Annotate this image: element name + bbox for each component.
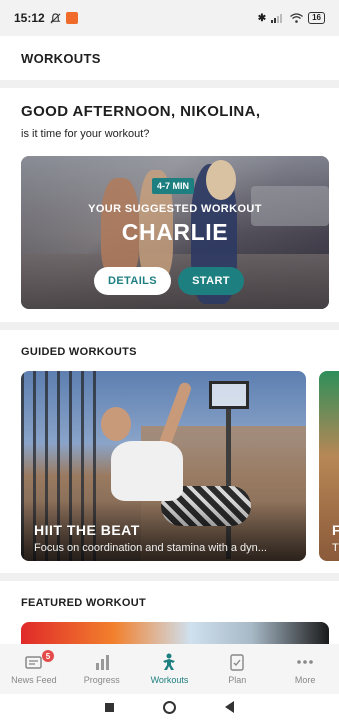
featured-workout-title: FEATURED WORKOUT	[21, 597, 146, 609]
guided-workout-card[interactable]: F T	[319, 371, 339, 561]
card-photo-shape	[101, 407, 131, 441]
page-title: WORKOUTS	[0, 36, 339, 80]
nav-item-more[interactable]: More	[271, 644, 339, 694]
guided-workouts-title: GUIDED WORKOUTS	[21, 346, 137, 358]
home-icon[interactable]	[162, 700, 176, 714]
duration-badge: 4-7 MIN	[152, 178, 195, 194]
back-icon[interactable]	[225, 701, 235, 713]
more-dots-icon	[297, 660, 313, 664]
divider	[0, 322, 339, 330]
battery-level: 16	[312, 13, 321, 22]
app-notification-icon	[65, 12, 78, 24]
status-bar: 15:12 ✱ 16	[0, 0, 339, 36]
bottom-nav: 5 News Feed Progress Workouts Plan More	[0, 644, 339, 694]
recent-apps-icon[interactable]	[104, 702, 114, 712]
plan-icon	[230, 654, 244, 671]
guided-workout-title: F	[332, 522, 339, 538]
progress-chart-icon	[95, 655, 109, 670]
nav-label: News Feed	[11, 675, 57, 685]
nav-label: Workouts	[150, 675, 189, 685]
greeting-title: GOOD AFTERNOON, NIKOLINA,	[21, 103, 261, 120]
card-photo-shape	[209, 381, 249, 409]
suggested-workout-label: YOUR SUGGESTED WORKOUT	[88, 203, 262, 215]
card-photo-shape	[206, 160, 236, 200]
guided-workout-description: Focus on coordination and stamina with a…	[34, 542, 267, 554]
nav-label: Progress	[83, 675, 120, 685]
workouts-icon	[163, 653, 176, 670]
silent-icon	[50, 12, 61, 23]
wifi-icon	[290, 13, 304, 23]
nav-item-news-feed[interactable]: 5 News Feed	[0, 644, 68, 694]
nav-item-progress[interactable]: Progress	[68, 644, 136, 694]
start-button[interactable]: START	[178, 267, 244, 295]
divider	[0, 80, 339, 88]
signal-icon	[271, 14, 283, 23]
bluetooth-icon: ✱	[257, 12, 267, 24]
nav-item-workouts[interactable]: Workouts	[136, 644, 204, 694]
guided-workout-title: HIIT THE BEAT	[34, 522, 140, 538]
card-background-road	[21, 254, 329, 309]
guided-workout-description: T	[332, 542, 339, 554]
nav-label: Plan	[228, 675, 247, 685]
suggested-workout-name: CHARLIE	[121, 219, 229, 245]
card-photo-shape	[111, 441, 183, 501]
divider	[0, 573, 339, 581]
status-time: 15:12	[14, 11, 45, 25]
nav-label: More	[294, 675, 316, 685]
greeting-subtitle: is it time for your workout?	[21, 128, 150, 140]
news-feed-icon	[25, 656, 42, 669]
details-button[interactable]: DETAILS	[94, 267, 171, 295]
battery-icon: 16	[308, 12, 325, 24]
notification-badge: 5	[42, 650, 54, 662]
nav-item-plan[interactable]: Plan	[203, 644, 271, 694]
system-nav-bar	[0, 694, 339, 720]
